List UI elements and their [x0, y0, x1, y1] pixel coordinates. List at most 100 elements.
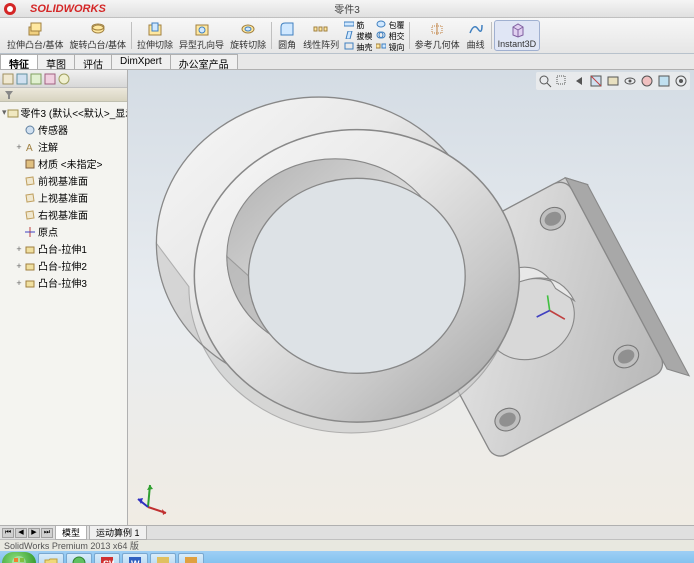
config-manager-tab-icon[interactable] [30, 73, 42, 85]
tab-features[interactable]: 特征 [0, 54, 38, 69]
filter-icon [4, 90, 14, 100]
windows-taskbar: SW W [0, 551, 694, 563]
view-settings-icon[interactable] [674, 74, 688, 88]
tree-item-annotations[interactable]: +A注解 [2, 138, 125, 155]
ref-geometry-button[interactable]: 参考几何体 [412, 20, 463, 51]
feature-tree-tab-icon[interactable] [2, 73, 14, 85]
heads-up-view-toolbar [536, 72, 690, 90]
shell-button[interactable]: 抽壳 [344, 42, 372, 53]
revolve-cut-button[interactable]: 旋转切除 [227, 20, 269, 51]
sw-icon: SW [100, 556, 114, 563]
windows-logo-icon [11, 555, 27, 563]
extrude-cut-icon [147, 21, 163, 37]
zoom-area-icon[interactable] [555, 74, 569, 88]
tab-nav-next[interactable]: ▶ [28, 528, 40, 538]
status-text: SolidWorks Premium 2013 x64 版 [4, 539, 139, 552]
tab-office[interactable]: 办公室产品 [170, 54, 238, 69]
tree-item-boss-extrude3[interactable]: +凸台-拉伸3 [2, 274, 125, 291]
part-icon [7, 107, 19, 119]
orientation-triad[interactable] [136, 477, 176, 517]
hide-show-icon[interactable] [623, 74, 637, 88]
bottom-tab-model[interactable]: 模型 [55, 525, 87, 540]
section-view-icon[interactable] [589, 74, 603, 88]
rib-button[interactable]: 筋 [344, 20, 372, 31]
folder-icon [44, 556, 58, 563]
tree-item-top-plane[interactable]: 上视基准面 [2, 189, 125, 206]
curves-icon [468, 21, 484, 37]
tree-item-boss-extrude1[interactable]: +凸台-拉伸1 [2, 240, 125, 257]
tab-nav-prev[interactable]: ◀ [15, 528, 27, 538]
display-style-icon[interactable] [606, 74, 620, 88]
wrap-button[interactable]: 包覆 [376, 20, 404, 31]
extrude-icon [24, 277, 36, 289]
dimxpert-manager-tab-icon[interactable] [44, 73, 56, 85]
app-icon [156, 556, 170, 563]
solidworks-logo-icon [4, 3, 16, 15]
tab-nav-last[interactable]: ⏭ [41, 528, 53, 538]
tab-sketch[interactable]: 草图 [37, 54, 75, 69]
extrude-icon [24, 243, 36, 255]
edit-appearance-icon[interactable] [640, 74, 654, 88]
tree-item-origin[interactable]: 原点 [2, 223, 125, 240]
svg-text:A: A [26, 143, 33, 153]
instant3d-icon [509, 22, 525, 38]
taskbar-browser[interactable] [66, 553, 92, 563]
instant3d-button[interactable]: Instant3D [494, 20, 541, 51]
tab-dimxpert[interactable]: DimXpert [111, 54, 171, 69]
linear-pattern-icon [313, 21, 329, 37]
tree-item-boss-extrude2[interactable]: +凸台-拉伸2 [2, 257, 125, 274]
svg-text:SW: SW [103, 559, 114, 563]
display-manager-tab-icon[interactable] [58, 73, 70, 85]
tree-item-material[interactable]: 材质 <未指定> [2, 155, 125, 172]
plane-icon [24, 192, 36, 204]
motion-tab-bar: ⏮ ◀ ▶ ⏭ 模型 运动算例 1 [0, 525, 694, 539]
draft-button[interactable]: 拔模 [344, 31, 372, 42]
taskbar-app1[interactable] [150, 553, 176, 563]
taskbar-solidworks[interactable]: SW [94, 553, 120, 563]
tab-nav-first[interactable]: ⏮ [2, 528, 14, 538]
curves-button[interactable]: 曲线 [463, 20, 489, 51]
taskbar-word[interactable]: W [122, 553, 148, 563]
title-bar: SOLIDWORKS 零件3 [0, 0, 694, 18]
app-name: SOLIDWORKS [30, 3, 106, 15]
ref-geom-icon [429, 21, 445, 37]
extrude-icon [24, 260, 36, 272]
fillet-button[interactable]: 圆角 [274, 20, 300, 51]
sensor-icon [24, 124, 36, 136]
bottom-tab-motion-study[interactable]: 运动算例 1 [89, 525, 147, 540]
revolve-boss-icon [90, 21, 106, 37]
tree-item-sensors[interactable]: 传感器 [2, 121, 125, 138]
globe-icon [72, 556, 86, 563]
extrude-cut-button[interactable]: 拉伸切除 [134, 20, 176, 51]
annotation-icon: A [24, 141, 36, 153]
taskbar-explorer[interactable] [38, 553, 64, 563]
panel-toolbar [0, 70, 127, 88]
hole-wizard-button[interactable]: 异型孔向导 [176, 20, 227, 51]
tree-item-front-plane[interactable]: 前视基准面 [2, 172, 125, 189]
prev-view-icon[interactable] [572, 74, 586, 88]
start-button[interactable] [2, 552, 36, 563]
revolve-boss-button[interactable]: 旋转凸台/基体 [67, 20, 130, 51]
apply-scene-icon[interactable] [657, 74, 671, 88]
hole-wizard-icon [194, 21, 210, 37]
extrude-boss-button[interactable]: 拉伸凸台/基体 [4, 20, 67, 51]
tab-evaluate[interactable]: 评估 [74, 54, 112, 69]
graphics-viewport[interactable] [128, 70, 694, 525]
fillet-icon [279, 21, 295, 37]
tree-item-right-plane[interactable]: 右视基准面 [2, 206, 125, 223]
plane-icon [24, 209, 36, 221]
ribbon-toolbar: 拉伸凸台/基体 旋转凸台/基体 拉伸切除 异型孔向导 旋转切除 圆角 线性阵列 … [0, 18, 694, 54]
mirror-button[interactable]: 镜向 [376, 42, 404, 53]
zoom-fit-icon[interactable] [538, 74, 552, 88]
origin-icon [24, 226, 36, 238]
linear-pattern-button[interactable]: 线性阵列 [300, 20, 342, 51]
feature-manager-panel: ▾ 零件3 (默认<<默认>_显示状态 传感器 +A注解 材质 <未指定> 前视… [0, 70, 128, 525]
document-title: 零件3 [334, 1, 360, 16]
intersect-button[interactable]: 相交 [376, 31, 404, 42]
property-manager-tab-icon[interactable] [16, 73, 28, 85]
app-icon [184, 556, 198, 563]
panel-filter-bar[interactable] [0, 88, 127, 102]
model-3d-render [128, 70, 694, 525]
tree-root[interactable]: ▾ 零件3 (默认<<默认>_显示状态 [2, 104, 125, 121]
taskbar-app2[interactable] [178, 553, 204, 563]
